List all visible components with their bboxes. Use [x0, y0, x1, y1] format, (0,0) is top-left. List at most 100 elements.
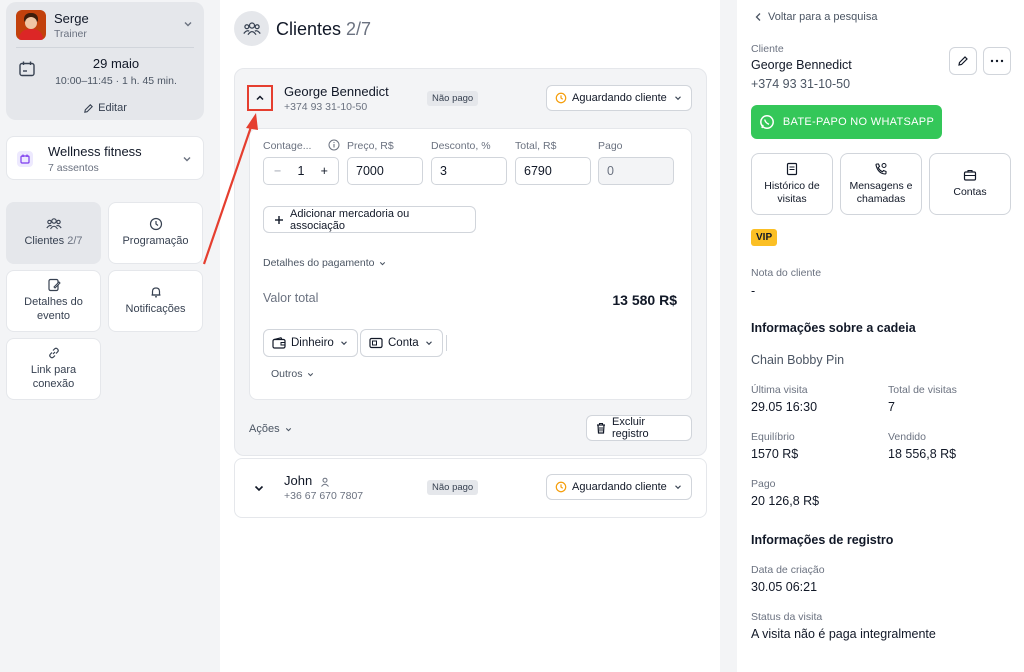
client-card-collapsed: John +36 67 670 7807 Não pago Aguardando… — [234, 458, 707, 518]
discount-input[interactable]: 3 — [431, 157, 507, 185]
messages-calls-tile[interactable]: Mensagens e chamadas — [840, 153, 922, 215]
edit-event-button[interactable]: Editar — [6, 102, 204, 114]
chevron-up-icon — [256, 95, 264, 101]
decrement-button[interactable]: − — [274, 164, 281, 178]
account-card-icon — [369, 337, 383, 349]
more-horizontal-icon — [990, 59, 1004, 63]
visit-status-label: Status da visita — [751, 611, 823, 623]
vip-badge: VIP — [751, 229, 778, 246]
payment-method-cash[interactable]: Dinheiro — [263, 329, 358, 357]
nav-notifications[interactable]: Notificações — [108, 270, 203, 332]
clock-icon — [149, 217, 163, 231]
client-name-text: John — [284, 473, 313, 488]
note-value: - — [751, 284, 756, 298]
users-icon — [234, 11, 269, 46]
registration-heading: Informações de registro — [751, 533, 894, 547]
messages-label-2: chamadas — [856, 193, 906, 205]
nav-clients[interactable]: Clientes 2/7 — [6, 202, 101, 264]
left-sidebar: Serge Trainer 29 maio 10:00–11:45 · 1 h.… — [0, 0, 220, 672]
wallet-icon — [272, 337, 286, 349]
nav-event-details-label-2: evento — [36, 310, 71, 322]
chevron-down-icon[interactable] — [182, 18, 194, 30]
quantity-stepper[interactable]: − 1 + — [263, 157, 339, 185]
visit-history-tile[interactable]: Histórico de visitas — [751, 153, 833, 215]
visit-status-value: A visita não é paga integralmente — [751, 627, 936, 641]
client-phone: +374 93 31-10-50 — [751, 77, 851, 91]
nav-schedule[interactable]: Programação — [108, 202, 203, 264]
more-options-button[interactable] — [983, 47, 1011, 75]
user-icon — [320, 477, 330, 487]
payment-method-account[interactable]: Conta — [360, 329, 443, 357]
sold-value: 18 556,8 R$ — [888, 447, 957, 461]
gym-selector[interactable]: Wellness fitness 7 assentos — [6, 136, 204, 180]
phone-chat-icon — [874, 162, 888, 176]
chevron-down-icon — [306, 370, 315, 379]
nav-connection-link[interactable]: Link para conexão — [6, 338, 101, 400]
visit-history-label-1: Histórico de — [764, 179, 820, 192]
whatsapp-chat-button[interactable]: BATE-PAPO NO WHATSAPP — [751, 105, 942, 139]
divider — [16, 47, 194, 48]
price-input[interactable]: 7000 — [347, 157, 423, 185]
accounts-tile[interactable]: Contas — [929, 153, 1011, 215]
delete-record-button[interactable]: Excluir registro — [586, 415, 692, 441]
nav-event-details[interactable]: Detalhes do evento — [6, 270, 101, 332]
total-input[interactable]: 6790 — [515, 157, 591, 185]
trainer-role: Trainer — [54, 28, 87, 40]
chain-name: Chain Bobby Pin — [751, 353, 845, 367]
payment-details-toggle[interactable]: Detalhes do pagamento — [263, 257, 387, 269]
account-label: Conta — [388, 337, 419, 349]
trash-icon — [595, 422, 607, 434]
paid-label: Pago — [598, 140, 623, 152]
calendar-icon — [18, 60, 36, 78]
visit-history-label-2: visitas — [777, 193, 807, 205]
nav-schedule-label: Programação — [122, 235, 189, 248]
info-icon[interactable] — [328, 139, 340, 151]
created-value: 30.05 06:21 — [751, 580, 818, 594]
chevron-down-icon — [284, 425, 293, 434]
gym-seats: 7 assentos — [48, 162, 99, 174]
client-phone: +374 93 31-10-50 — [284, 101, 368, 113]
users-icon — [45, 217, 62, 231]
increment-button[interactable]: + — [321, 164, 328, 178]
chevron-down-icon — [673, 482, 683, 492]
back-label: Voltar para a pesquisa — [768, 11, 878, 23]
sold-label: Vendido — [888, 431, 926, 443]
client-status-dropdown[interactable]: Aguardando cliente — [546, 85, 692, 111]
other-methods-label: Outros — [271, 368, 303, 380]
accounts-label: Contas — [953, 186, 987, 199]
page-title-count: 2/7 — [346, 19, 372, 39]
pencil-icon — [83, 103, 94, 114]
quantity-value: 1 — [297, 164, 305, 178]
clients-panel: Clientes 2/7 George Bennedict +374 93 31… — [220, 0, 720, 672]
client-phone: +36 67 670 7807 — [284, 490, 364, 502]
expand-client-button[interactable] — [253, 482, 265, 494]
nav-link-label-2: conexão — [32, 378, 75, 390]
count-label: Contage... — [263, 140, 312, 152]
client-detail-panel: Voltar para a pesquisa Cliente George Be… — [737, 0, 1024, 672]
nav-event-details-label-1: Detalhes do — [24, 296, 83, 309]
whatsapp-icon — [759, 114, 775, 130]
messages-label-1: Mensagens e — [849, 179, 913, 192]
actions-label: Ações — [249, 423, 280, 435]
back-to-search-link[interactable]: Voltar para a pesquisa — [754, 11, 877, 23]
client-status-dropdown[interactable]: Aguardando cliente — [546, 474, 692, 500]
collapse-client-button[interactable] — [247, 85, 273, 111]
add-item-label: Adicionar mercadoria ou associação — [290, 207, 410, 232]
clock-icon — [555, 481, 567, 493]
calendar-icon — [17, 151, 33, 167]
other-methods-toggle[interactable]: Outros — [271, 368, 315, 380]
event-date: 29 maio — [92, 56, 140, 71]
payment-status-badge: Não pago — [427, 480, 479, 495]
chevron-left-icon — [754, 12, 762, 22]
bell-icon — [149, 285, 163, 299]
chevron-down-icon — [254, 485, 264, 492]
payment-details-label: Detalhes do pagamento — [263, 257, 375, 269]
add-item-button[interactable]: Adicionar mercadoria ou associação — [263, 206, 476, 233]
avatar — [16, 10, 46, 40]
event-time: 10:00–11:45 · 1 h. 45 min. — [55, 75, 177, 87]
actions-toggle[interactable]: Ações — [249, 423, 293, 435]
link-icon — [47, 346, 61, 360]
chain-heading: Informações sobre a cadeia — [751, 321, 916, 335]
edit-client-button[interactable] — [949, 47, 977, 75]
page-title: Clientes 2/7 — [276, 19, 371, 40]
